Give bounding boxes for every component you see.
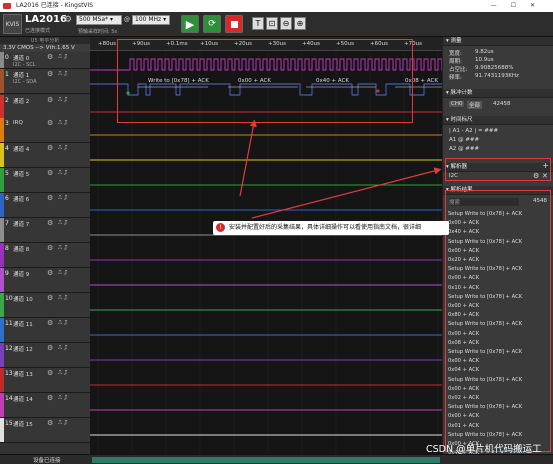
callout-info-icon: ! xyxy=(216,223,225,232)
arrow-to-analyzer xyxy=(251,167,442,219)
watermark: CSDN @单片机代码搬运工 xyxy=(426,444,542,455)
annotation-callout: ! 安装并配置好后的采集结果，具体详细操作可以看使用指南文档，很详细 xyxy=(213,221,449,235)
app-window: LA2016 已连接 - KingstVIS —☐✕ KVIS LA2016 ⚙… xyxy=(0,0,553,464)
arrow-to-waveform xyxy=(239,119,257,197)
callout-text: 安装并配置好后的采集结果，具体详细操作可以看使用指南文档，很详细 xyxy=(229,224,422,231)
